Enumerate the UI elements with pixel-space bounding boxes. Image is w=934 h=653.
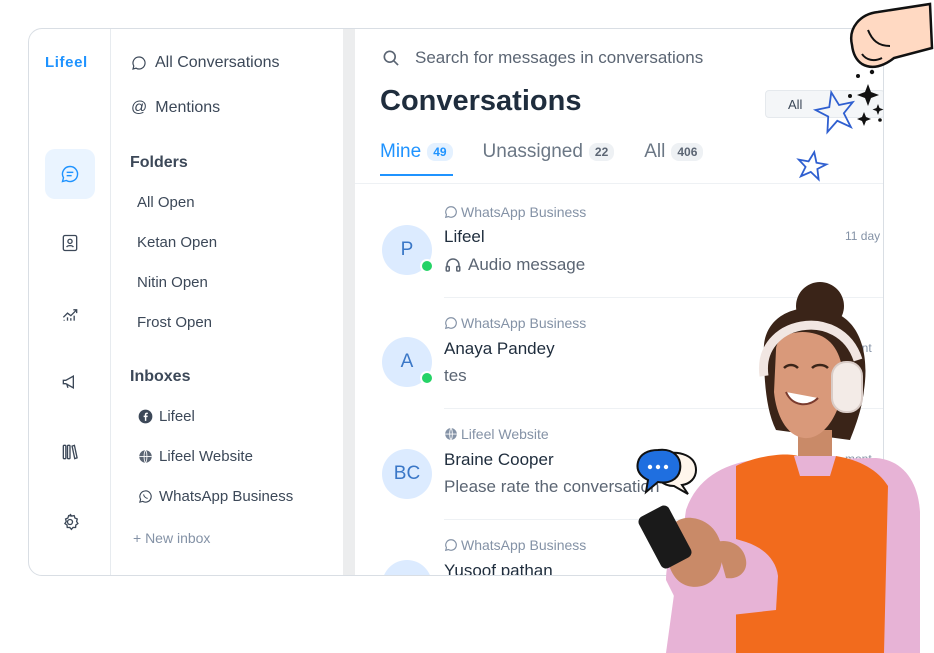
contact-name: Lifeel <box>444 227 485 246</box>
inbox-source-label: WhatsApp Business <box>461 204 587 220</box>
contacts-icon <box>62 234 78 252</box>
person-with-phone-illustration <box>638 282 920 653</box>
inbox-source: WhatsApp Business <box>444 204 586 220</box>
contact-name: Braine Cooper <box>444 450 554 469</box>
whatsapp-icon <box>137 489 153 505</box>
contact-name: Yusoof pathan <box>444 561 553 576</box>
tab-label: All <box>644 141 666 162</box>
inbox-source-label: Lifeel Website <box>461 426 549 442</box>
library-icon <box>62 444 78 460</box>
globe-icon <box>445 427 457 441</box>
tab-label: Mine <box>380 141 422 162</box>
nav-reports[interactable] <box>45 289 95 339</box>
inbox-item-whatsapp[interactable]: WhatsApp Business <box>137 488 293 505</box>
inbox-item-lifeel[interactable]: Lifeel <box>137 408 195 425</box>
avatar-initials: BC <box>393 463 421 484</box>
last-message: Audio message <box>444 255 585 275</box>
conversation-tabs: Mine 49 Unassigned 22 All 406 <box>380 141 704 176</box>
tab-count-badge: 406 <box>671 143 704 161</box>
inbox-item-website[interactable]: Lifeel Website <box>137 448 253 465</box>
search-icon <box>383 50 399 66</box>
mentions-link[interactable]: @ Mentions <box>131 99 220 117</box>
facebook-icon <box>137 409 153 425</box>
nav-campaigns[interactable] <box>45 357 95 407</box>
tab-all[interactable]: All 406 <box>644 141 704 175</box>
headphones-icon <box>445 258 461 272</box>
whatsapp-icon <box>444 317 457 330</box>
folders-heading: Folders <box>130 154 188 171</box>
folder-item[interactable]: Ketan Open <box>137 234 217 251</box>
avatar <box>382 560 432 575</box>
folder-item[interactable]: All Open <box>137 194 195 211</box>
all-conversations-link[interactable]: All Conversations <box>131 54 280 72</box>
scrollbar[interactable] <box>343 29 355 575</box>
mentions-label: Mentions <box>155 99 221 116</box>
nav-contacts[interactable] <box>45 218 95 268</box>
avatar-initials: P <box>400 239 414 260</box>
folder-item[interactable]: Frost Open <box>137 314 212 331</box>
contact-name: Anaya Pandey <box>444 339 555 358</box>
megaphone-icon <box>62 375 74 389</box>
avatar: A <box>382 337 434 387</box>
timestamp: 11 day <box>845 229 881 243</box>
chat-icon <box>132 56 146 70</box>
whatsapp-icon <box>444 206 457 219</box>
inbox-source-label: WhatsApp Business <box>461 537 587 553</box>
tab-unassigned[interactable]: Unassigned 22 <box>483 141 615 175</box>
tab-count-badge: 49 <box>427 143 453 161</box>
inboxes-heading: Inboxes <box>130 368 191 385</box>
nav-conversations[interactable] <box>45 149 95 199</box>
chat-bubble-icon <box>61 165 79 183</box>
avatar: P <box>382 225 434 275</box>
whatsapp-icon <box>444 539 457 552</box>
nav-settings[interactable] <box>45 497 95 547</box>
inbox-source: Lifeel Website <box>444 426 549 442</box>
avatar-initials: A <box>400 351 414 372</box>
inbox-label: Lifeel Website <box>159 448 253 465</box>
all-conversations-label: All Conversations <box>155 54 280 71</box>
gear-icon <box>64 513 79 531</box>
sparkle-stars-decoration <box>796 89 856 182</box>
app-logo: Lifeel <box>45 54 88 71</box>
nav-library[interactable] <box>45 427 95 477</box>
globe-icon <box>137 449 153 465</box>
chart-trend-icon <box>62 309 78 321</box>
last-message-text: Audio message <box>468 255 586 274</box>
tab-count-badge: 22 <box>588 143 615 161</box>
primary-sidebar: Lifeel <box>29 29 111 575</box>
tab-mine[interactable]: Mine 49 <box>380 141 453 176</box>
avatar: BC <box>382 449 432 499</box>
secondary-sidebar: All Conversations @ Mentions Folders All… <box>111 29 343 575</box>
search-input[interactable]: Search for messages in conversations <box>415 48 703 68</box>
inbox-label: Lifeel <box>159 408 195 425</box>
new-inbox-link[interactable]: + New inbox <box>133 530 210 546</box>
last-message: tes <box>444 366 467 386</box>
whatsapp-status-dot <box>420 371 434 385</box>
folder-item[interactable]: Nitin Open <box>137 274 208 291</box>
inbox-source: WhatsApp Business <box>444 315 586 331</box>
inbox-label: WhatsApp Business <box>159 488 294 505</box>
last-message-text: tes <box>444 366 467 385</box>
inbox-source-label: WhatsApp Business <box>461 315 587 331</box>
tab-label: Unassigned <box>482 141 583 162</box>
search-bar[interactable]: Search for messages in conversations <box>381 48 703 68</box>
page-title: Conversations <box>380 85 582 117</box>
whatsapp-status-dot <box>420 259 434 273</box>
inbox-source: WhatsApp Business <box>444 537 586 553</box>
at-icon: @ <box>131 99 148 116</box>
